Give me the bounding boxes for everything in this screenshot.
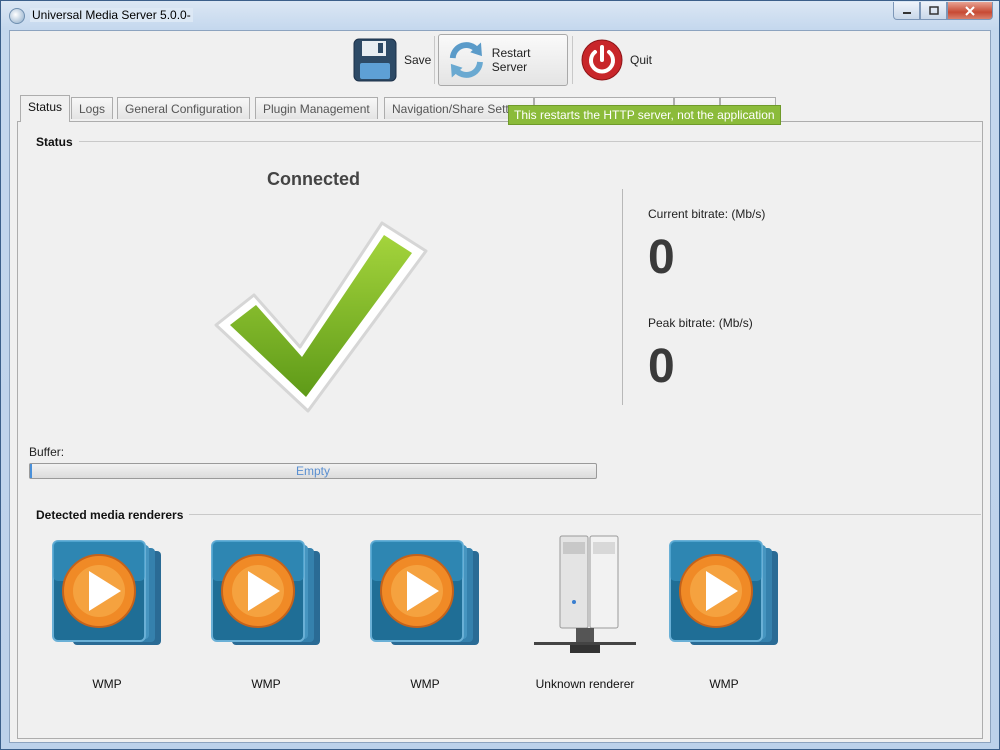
save-label: Save (404, 53, 432, 67)
floppy-disk-icon (353, 38, 397, 82)
renderer-item[interactable]: Unknown renderer (515, 534, 655, 691)
renderer-item[interactable]: WMP (196, 534, 336, 691)
quit-label: Quit (630, 53, 653, 67)
buffer-progress-bar: Empty (29, 463, 597, 479)
restart-server-button[interactable]: Restart Server (438, 34, 568, 86)
close-button[interactable] (947, 2, 993, 20)
maximize-button[interactable] (920, 2, 947, 20)
tab-status[interactable]: Status (20, 95, 71, 122)
app-icon (9, 8, 25, 24)
app-window: Universal Media Server 5.0.0- Save Resta… (0, 0, 1000, 750)
restart-label: Restart Server (491, 46, 531, 74)
peak-bitrate-value: 0 (648, 340, 675, 393)
client-area: Save Restart Server Quit Status Logs Gen… (9, 30, 991, 743)
renderer-name: WMP (410, 677, 440, 691)
renderer-item[interactable]: WMP (654, 534, 794, 691)
wmp-icon (37, 534, 177, 659)
toolbar: Save Restart Server Quit (10, 31, 990, 91)
server-tower-icon (515, 534, 655, 659)
connection-status: Connected (267, 169, 361, 189)
renderer-name: WMP (251, 677, 281, 691)
minimize-button[interactable] (893, 2, 920, 20)
current-bitrate-value: 0 (648, 231, 675, 284)
renderer-item[interactable]: WMP (355, 534, 495, 691)
power-icon (581, 39, 623, 81)
renderers-section-title: Detected media renderers (36, 508, 190, 522)
tab-logs[interactable]: Logs (71, 97, 114, 119)
window-title: Universal Media Server 5.0.0- (30, 8, 193, 22)
checkmark-icon (214, 221, 428, 413)
renderer-name: Unknown renderer (535, 677, 635, 691)
tab-general-configuration[interactable]: General Configuration (117, 97, 251, 119)
renderer-name: WMP (92, 677, 122, 691)
buffer-label: Buffer: (29, 445, 65, 459)
status-section-title: Status (36, 135, 79, 149)
current-bitrate-label: Current bitrate: (Mb/s) (648, 207, 766, 221)
wmp-icon (355, 534, 495, 659)
refresh-arrows-icon (449, 42, 483, 78)
restart-tooltip: This restarts the HTTP server, not the a… (508, 105, 781, 125)
status-panel: Status Connected Current bitrate: (Mb/s)… (17, 121, 983, 739)
save-button[interactable]: Save (352, 34, 432, 86)
tab-plugin-management[interactable]: Plugin Management (255, 97, 378, 119)
renderer-item[interactable]: WMP (37, 534, 177, 691)
tab-bar: Status Logs General Configuration Plugin… (20, 95, 980, 122)
wmp-icon (196, 534, 336, 659)
renderer-name: WMP (709, 677, 739, 691)
peak-bitrate-label: Peak bitrate: (Mb/s) (648, 316, 753, 330)
buffer-progress-text: Empty (295, 464, 330, 478)
quit-button[interactable]: Quit (580, 34, 660, 86)
wmp-icon (654, 534, 794, 659)
title-bar[interactable]: Universal Media Server 5.0.0- (1, 1, 999, 29)
